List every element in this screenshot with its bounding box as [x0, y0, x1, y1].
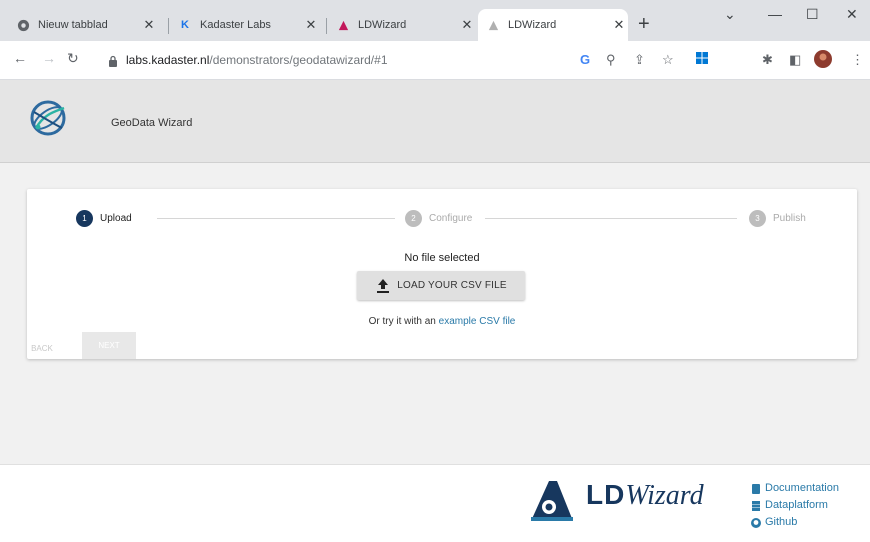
windows-extension-icon[interactable]: [696, 52, 708, 67]
url-path: /demonstrators/geodatawizard/#1: [209, 53, 388, 67]
github-label: Github: [765, 516, 798, 528]
ldwizard-faded-icon: [486, 18, 500, 32]
github-icon: [751, 517, 761, 528]
tab-title: LDWizard: [358, 19, 407, 31]
menu-kebab-icon[interactable]: ⋮: [851, 52, 864, 68]
chevron-down-icon[interactable]: ⌄: [724, 6, 736, 23]
back-arrow-icon[interactable]: ←: [13, 50, 27, 66]
avatar[interactable]: [814, 50, 832, 71]
load-csv-label: LOAD YOUR CSV FILE: [397, 280, 507, 291]
side-panel-icon[interactable]: ◧: [789, 52, 801, 68]
step-connector: [485, 218, 737, 219]
wizard-card: 1 Upload 2 Configure 3 Publish No file s…: [27, 189, 857, 359]
tab-ldwizard[interactable]: LDWizard ✕: [328, 9, 476, 41]
url-text: labs.kadaster.nl/demonstrators/geodatawi…: [126, 53, 388, 67]
new-tab-plus-icon[interactable]: +: [638, 14, 650, 34]
step-number: 3: [749, 210, 766, 227]
tab-separator: [168, 18, 169, 34]
extensions-puzzle-icon[interactable]: ✱: [762, 52, 773, 68]
brand-ld: LD: [586, 479, 626, 510]
zoom-search-icon[interactable]: ⚲: [606, 52, 616, 68]
example-csv-link[interactable]: example CSV file: [439, 316, 516, 327]
file-status: No file selected: [404, 252, 480, 264]
close-window-icon[interactable]: ✕: [846, 6, 858, 23]
tab-title: Kadaster Labs: [200, 19, 271, 31]
close-icon[interactable]: ✕: [610, 17, 628, 33]
example-prefix: Or try it with an: [368, 316, 436, 327]
share-icon[interactable]: ⇪: [634, 52, 645, 68]
documentation-label: Documentation: [765, 482, 839, 494]
close-icon[interactable]: ✕: [458, 17, 476, 33]
github-link[interactable]: Github: [751, 514, 839, 531]
geodata-wizard-logo-icon[interactable]: [28, 98, 68, 138]
upload-icon: [375, 278, 391, 294]
database-icon: [751, 500, 761, 511]
step-number: 1: [76, 210, 93, 227]
step-label: Upload: [100, 213, 132, 224]
reload-icon[interactable]: ↻: [67, 50, 79, 67]
browser-toolbar: ← → ↻ labs.kadaster.nl/demonstrators/geo…: [0, 41, 870, 80]
tab-title: LDWizard: [508, 19, 557, 31]
kadaster-icon: K: [181, 19, 189, 31]
book-icon: [751, 483, 761, 494]
ldwizard-icon: [336, 18, 350, 32]
step-number: 2: [405, 210, 422, 227]
app-header: GeoData Wizard: [0, 80, 870, 163]
forward-arrow-icon[interactable]: →: [42, 50, 56, 66]
ldwizard-logo-icon[interactable]: [527, 475, 577, 525]
address-bar[interactable]: labs.kadaster.nl/demonstrators/geodatawi…: [108, 46, 568, 74]
step-label: Configure: [429, 213, 473, 224]
load-csv-button[interactable]: LOAD YOUR CSV FILE: [357, 271, 525, 300]
close-icon[interactable]: ✕: [140, 17, 158, 33]
ldwizard-brand: LDWizard: [586, 479, 704, 512]
minimize-icon[interactable]: —: [768, 6, 782, 22]
maximize-icon[interactable]: ☐: [806, 6, 819, 23]
step-label: Publish: [773, 213, 806, 224]
google-icon[interactable]: G: [580, 52, 590, 67]
brand-wizard: Wizard: [625, 480, 704, 511]
dataplatform-link[interactable]: Dataplatform: [751, 497, 839, 514]
lock-icon: [108, 54, 118, 67]
tab-kadaster-labs[interactable]: K Kadaster Labs ✕: [170, 9, 320, 41]
bookmark-star-icon[interactable]: ☆: [662, 52, 674, 68]
app-title: GeoData Wizard: [111, 117, 193, 129]
tab-separator: [326, 18, 327, 34]
example-line: Or try it with an example CSV file: [27, 316, 857, 327]
tab-ldwizard-active[interactable]: LDWizard ✕: [478, 9, 628, 41]
documentation-link[interactable]: Documentation: [751, 480, 839, 497]
browser-tab-bar: Nieuw tabblad ✕ K Kadaster Labs ✕ LDWiza…: [0, 0, 870, 41]
chrome-icon: [16, 18, 30, 32]
dataplatform-label: Dataplatform: [765, 499, 828, 511]
tab-title: Nieuw tabblad: [38, 19, 108, 31]
back-button[interactable]: BACK: [18, 337, 66, 359]
url-domain: labs.kadaster.nl: [126, 53, 210, 67]
footer-links: Documentation Dataplatform Github: [751, 480, 839, 531]
step-connector: [157, 218, 395, 219]
tab-nieuw-tabblad[interactable]: Nieuw tabblad ✕: [8, 9, 158, 41]
step-publish[interactable]: 3 Publish: [749, 210, 806, 227]
close-icon[interactable]: ✕: [302, 17, 320, 33]
next-button[interactable]: NEXT: [82, 332, 136, 359]
step-upload[interactable]: 1 Upload: [76, 210, 132, 227]
step-configure[interactable]: 2 Configure: [405, 210, 472, 227]
footer: LDWizard Documentation Dataplatform Gith…: [0, 464, 870, 542]
